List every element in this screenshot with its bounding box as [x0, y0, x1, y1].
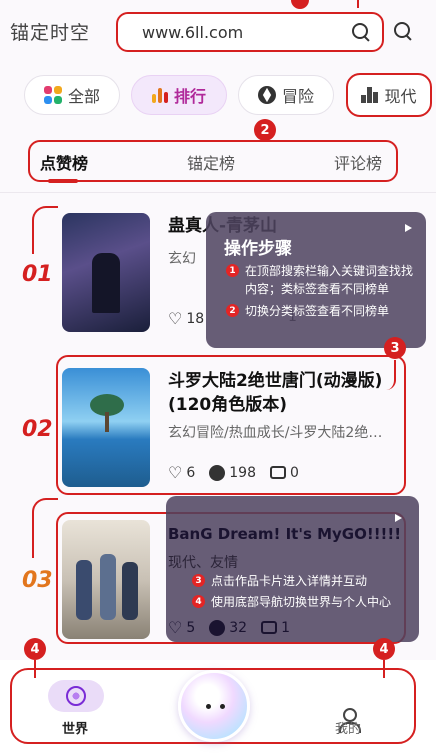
guide-step: 1 在顶部搜索栏输入关键词查找找内容；类标签查看不同榜单: [226, 262, 414, 298]
hint-arrow-icon: [357, 0, 359, 8]
hint-dot: [291, 0, 309, 9]
work-title[interactable]: BanG Dream! It's MyGO!!!!!: [168, 522, 401, 546]
nav-mine-label[interactable]: 我的: [335, 718, 361, 737]
step-text: 切换分类标签查看不同榜单: [245, 304, 390, 318]
comment-icon[interactable]: [261, 621, 278, 634]
category-adventure[interactable]: 冒险: [238, 75, 334, 115]
hint-arrow-icon: [34, 660, 36, 678]
view-count: 32: [229, 619, 248, 636]
compass-icon: [257, 86, 276, 104]
app-title: 锚定时空: [10, 22, 91, 44]
comment-count: 1: [281, 619, 291, 636]
hint-arrow-icon: [383, 660, 385, 678]
search-icon[interactable]: [352, 23, 370, 41]
work-stats: ♡ 18: [168, 309, 204, 328]
work-stats: ♡ 5 32 1: [168, 618, 290, 637]
work-thumbnail[interactable]: [62, 520, 150, 639]
like-count: 5: [186, 619, 196, 636]
work-tags: 现代、友情: [168, 555, 238, 571]
hint-arrow-icon: [32, 206, 58, 254]
play-icon[interactable]: [395, 514, 402, 522]
work-thumbnail[interactable]: [62, 368, 150, 487]
hint-arrow-icon: [32, 498, 58, 558]
tab-likes[interactable]: 点赞榜: [40, 150, 88, 174]
building-icon: [361, 87, 379, 103]
tab-comments[interactable]: 评论榜: [334, 150, 382, 174]
guide-title: 操作步骤: [224, 239, 292, 259]
step-text: 使用底部导航切换世界与个人中心: [211, 595, 392, 609]
bar-chart-icon: [151, 87, 168, 103]
heart-icon[interactable]: ♡: [168, 618, 182, 637]
category-label: 排行: [173, 87, 206, 106]
category-all[interactable]: 全部: [24, 75, 120, 115]
like-count: 6: [186, 464, 196, 481]
nav-world-button[interactable]: [48, 680, 104, 712]
category-ranking[interactable]: 排行: [131, 75, 227, 115]
eye: [206, 704, 211, 709]
step-badge-4: 4: [24, 638, 46, 660]
category-label: 冒险: [281, 87, 314, 106]
view-count: 198: [229, 464, 256, 481]
step-number: 3: [192, 574, 205, 587]
globe-icon: [209, 619, 226, 636]
nav-world-label[interactable]: 世界: [62, 718, 88, 737]
category-modern[interactable]: 现代: [346, 73, 432, 117]
divider: [0, 192, 436, 193]
globe-icon: [209, 464, 226, 481]
globe-icon: [66, 686, 86, 706]
guide-step: 4 使用底部导航切换世界与个人中心: [192, 593, 412, 611]
play-icon[interactable]: [405, 224, 412, 232]
step-badge-4: 4: [373, 638, 395, 660]
eye: [220, 704, 225, 709]
heart-icon[interactable]: ♡: [168, 309, 182, 328]
search-input[interactable]: [142, 22, 352, 42]
step-number: 1: [226, 264, 239, 277]
rank-number: 03: [22, 568, 53, 593]
category-label: 全部: [67, 87, 100, 106]
rank-number: 02: [22, 417, 53, 442]
guide-overlay: BanG Dream! It's MyGO!!!!! 现代、友情 3 点击作品卡…: [166, 496, 419, 642]
step-text: 点击作品卡片进入详情并互动: [211, 574, 368, 588]
work-thumbnail[interactable]: [62, 213, 150, 332]
rank-number: 01: [22, 262, 53, 287]
ai-assistant-button[interactable]: [178, 670, 250, 742]
work-title[interactable]: 斗罗大陆2绝世唐门(动漫版)(120角色版本): [168, 369, 408, 417]
tab-anchor[interactable]: 锚定榜: [187, 150, 235, 174]
work-tags: 玄幻冒险/热血成长/斗罗大陆2绝…: [168, 425, 383, 441]
guide-step: 2 切换分类标签查看不同榜单: [226, 302, 414, 320]
comment-icon[interactable]: [270, 466, 286, 479]
comment-count: 0: [290, 464, 299, 481]
work-stats: ♡ 6 198 0: [168, 463, 299, 482]
guide-overlay: 操作步骤 1 在顶部搜索栏输入关键词查找找内容；类标签查看不同榜单 2 切换分类…: [206, 212, 426, 348]
step-number: 4: [192, 595, 205, 608]
step-number: 2: [226, 304, 239, 317]
grid-icon: [43, 86, 62, 104]
heart-icon[interactable]: ♡: [168, 463, 182, 482]
search-bar[interactable]: [116, 12, 384, 52]
active-tab-indicator: [48, 179, 78, 183]
search-icon[interactable]: [394, 22, 412, 40]
category-label: 现代: [384, 87, 417, 106]
guide-step: 3 点击作品卡片进入详情并互动: [192, 572, 412, 590]
work-tags: 玄幻: [168, 251, 196, 267]
step-badge-2: 2: [254, 119, 276, 141]
step-text: 在顶部搜索栏输入关键词查找找内容；类标签查看不同榜单: [245, 264, 414, 296]
like-count: 18: [186, 310, 205, 327]
